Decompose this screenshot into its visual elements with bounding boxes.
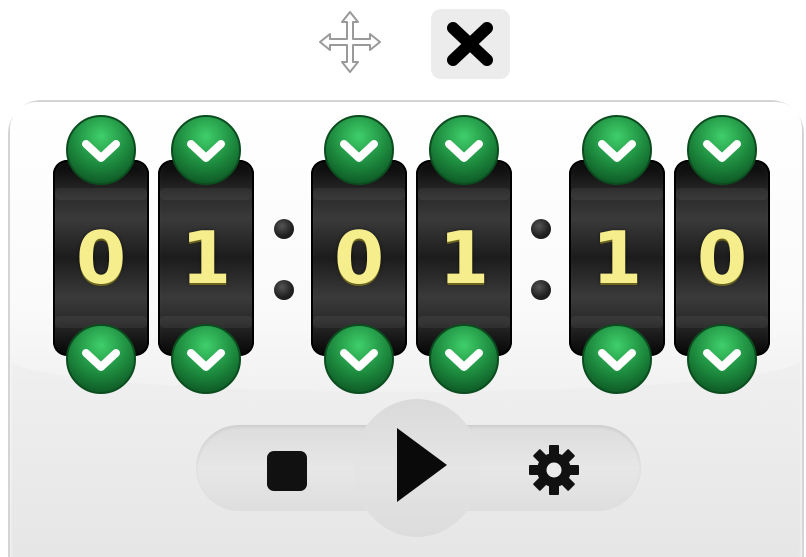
digit-top-arrow-button[interactable]: [64, 113, 138, 187]
settings-button[interactable]: [526, 442, 582, 498]
chevron-down-icon: [324, 324, 394, 394]
digit-value: 0: [75, 216, 127, 300]
chevron-down-icon: [582, 115, 652, 185]
chevron-down-icon: [429, 324, 499, 394]
colon-dot: [531, 280, 551, 300]
chevron-down-icon: [324, 115, 394, 185]
play-icon: [397, 428, 447, 502]
digit-bottom-arrow-button[interactable]: [169, 322, 243, 396]
chevron-down-icon: [582, 324, 652, 394]
digit-top-arrow-button[interactable]: [169, 113, 243, 187]
chevron-down-icon: [66, 324, 136, 394]
play-button[interactable]: [393, 426, 451, 504]
chevron-down-icon: [687, 115, 757, 185]
chevron-down-icon: [171, 115, 241, 185]
digit-value: 1: [180, 216, 232, 300]
chevron-down-icon: [171, 324, 241, 394]
chevron-down-icon: [66, 115, 136, 185]
countdown-timer-widget: 010110: [0, 0, 806, 557]
colon-dot: [531, 219, 551, 239]
digit-bottom-arrow-button[interactable]: [685, 322, 759, 396]
colon-dot: [274, 219, 294, 239]
digit-bottom-arrow-button[interactable]: [64, 322, 138, 396]
digit-value: 0: [333, 216, 385, 300]
chevron-down-icon: [687, 324, 757, 394]
chevron-down-icon: [429, 115, 499, 185]
move-arrows-icon: [319, 11, 381, 73]
digit-value: 1: [591, 216, 643, 300]
digit-bottom-arrow-button[interactable]: [580, 322, 654, 396]
digit-top-arrow-button[interactable]: [580, 113, 654, 187]
digit-top-arrow-button[interactable]: [427, 113, 501, 187]
digit-value: 1: [438, 216, 490, 300]
colon-dot: [274, 280, 294, 300]
stop-button[interactable]: [267, 451, 307, 491]
digit-top-arrow-button[interactable]: [685, 113, 759, 187]
digit-bottom-arrow-button[interactable]: [427, 322, 501, 396]
gear-icon: [529, 445, 579, 495]
digit-top-arrow-button[interactable]: [322, 113, 396, 187]
digit-bottom-arrow-button[interactable]: [322, 322, 396, 396]
close-button[interactable]: [431, 9, 510, 79]
digit-value: 0: [696, 216, 748, 300]
close-x-icon: [447, 22, 493, 66]
move-handle[interactable]: [316, 8, 384, 76]
